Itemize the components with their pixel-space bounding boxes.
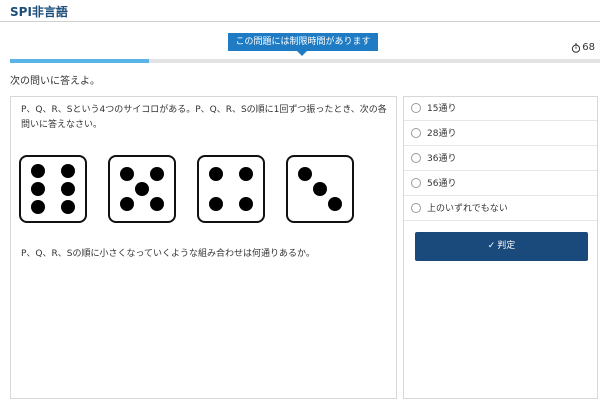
answer-option-4[interactable]: 56通り [404, 172, 597, 196]
check-icon: ✓ [487, 241, 496, 251]
option-label: 上のいずれでもない [427, 204, 508, 214]
option-label: 15通り [427, 104, 457, 114]
answer-option-5[interactable]: 上のいずれでもない [404, 197, 597, 221]
radio-button[interactable] [411, 153, 421, 163]
die-pip [209, 167, 224, 182]
die-pip [60, 164, 75, 179]
die-pip [60, 199, 75, 214]
answer-panel: 15通り 28通り 36通り 56通り 上のいずれでもない ✓ 判定 [403, 96, 598, 399]
die-pip [209, 196, 224, 211]
time-limit-notice: この問題には制限時間があります [228, 33, 378, 56]
die-pip [149, 167, 164, 182]
progress-bar [10, 59, 600, 63]
instruction-text: 次の問いに答えよ。 [10, 76, 100, 87]
die-6 [19, 155, 87, 223]
die-4 [197, 155, 265, 223]
radio-button[interactable] [411, 103, 421, 113]
die-pip [120, 196, 135, 211]
stopwatch-icon [572, 43, 581, 53]
die-pip [238, 196, 253, 211]
timer-value: 68 [582, 42, 595, 53]
die-pip [31, 199, 46, 214]
die-pip [31, 164, 46, 179]
option-label: 28通り [427, 129, 457, 139]
die-pip [31, 182, 46, 196]
question-prompt: P、Q、R、Sの順に小さくなっていくような組み合わせは何通りあるか。 [21, 249, 315, 259]
die-5 [108, 155, 176, 223]
judge-label: 判定 [497, 241, 516, 251]
die-pip [149, 196, 164, 211]
die-pip [135, 182, 149, 196]
question-text: P、Q、R、Sという4つのサイコロがある。P、Q、R、Sの順に1回ずつ振ったとき… [21, 105, 387, 130]
die-pip [327, 196, 342, 211]
app-title: SPI非言語 [10, 5, 68, 19]
die-3 [286, 155, 354, 223]
answer-option-3[interactable]: 36通り [404, 147, 597, 171]
radio-button[interactable] [411, 128, 421, 138]
progress-fill [10, 59, 149, 63]
die-pip [313, 182, 327, 196]
header-bar: SPI非言語 [0, 0, 600, 22]
judge-button[interactable]: ✓ 判定 [415, 232, 588, 261]
die-pip [298, 167, 313, 182]
answer-option-1[interactable]: 15通り [404, 97, 597, 121]
radio-button[interactable] [411, 203, 421, 213]
question-panel: P、Q、R、Sという4つのサイコロがある。P、Q、R、Sの順に1回ずつ振ったとき… [10, 96, 397, 399]
answer-option-2[interactable]: 28通り [404, 122, 597, 146]
die-pip [238, 167, 253, 182]
option-label: 36通り [427, 154, 457, 164]
option-label: 56通り [427, 179, 457, 189]
die-pip [60, 182, 75, 196]
timer: 68 [571, 42, 595, 53]
radio-button[interactable] [411, 178, 421, 188]
die-pip [120, 167, 135, 182]
